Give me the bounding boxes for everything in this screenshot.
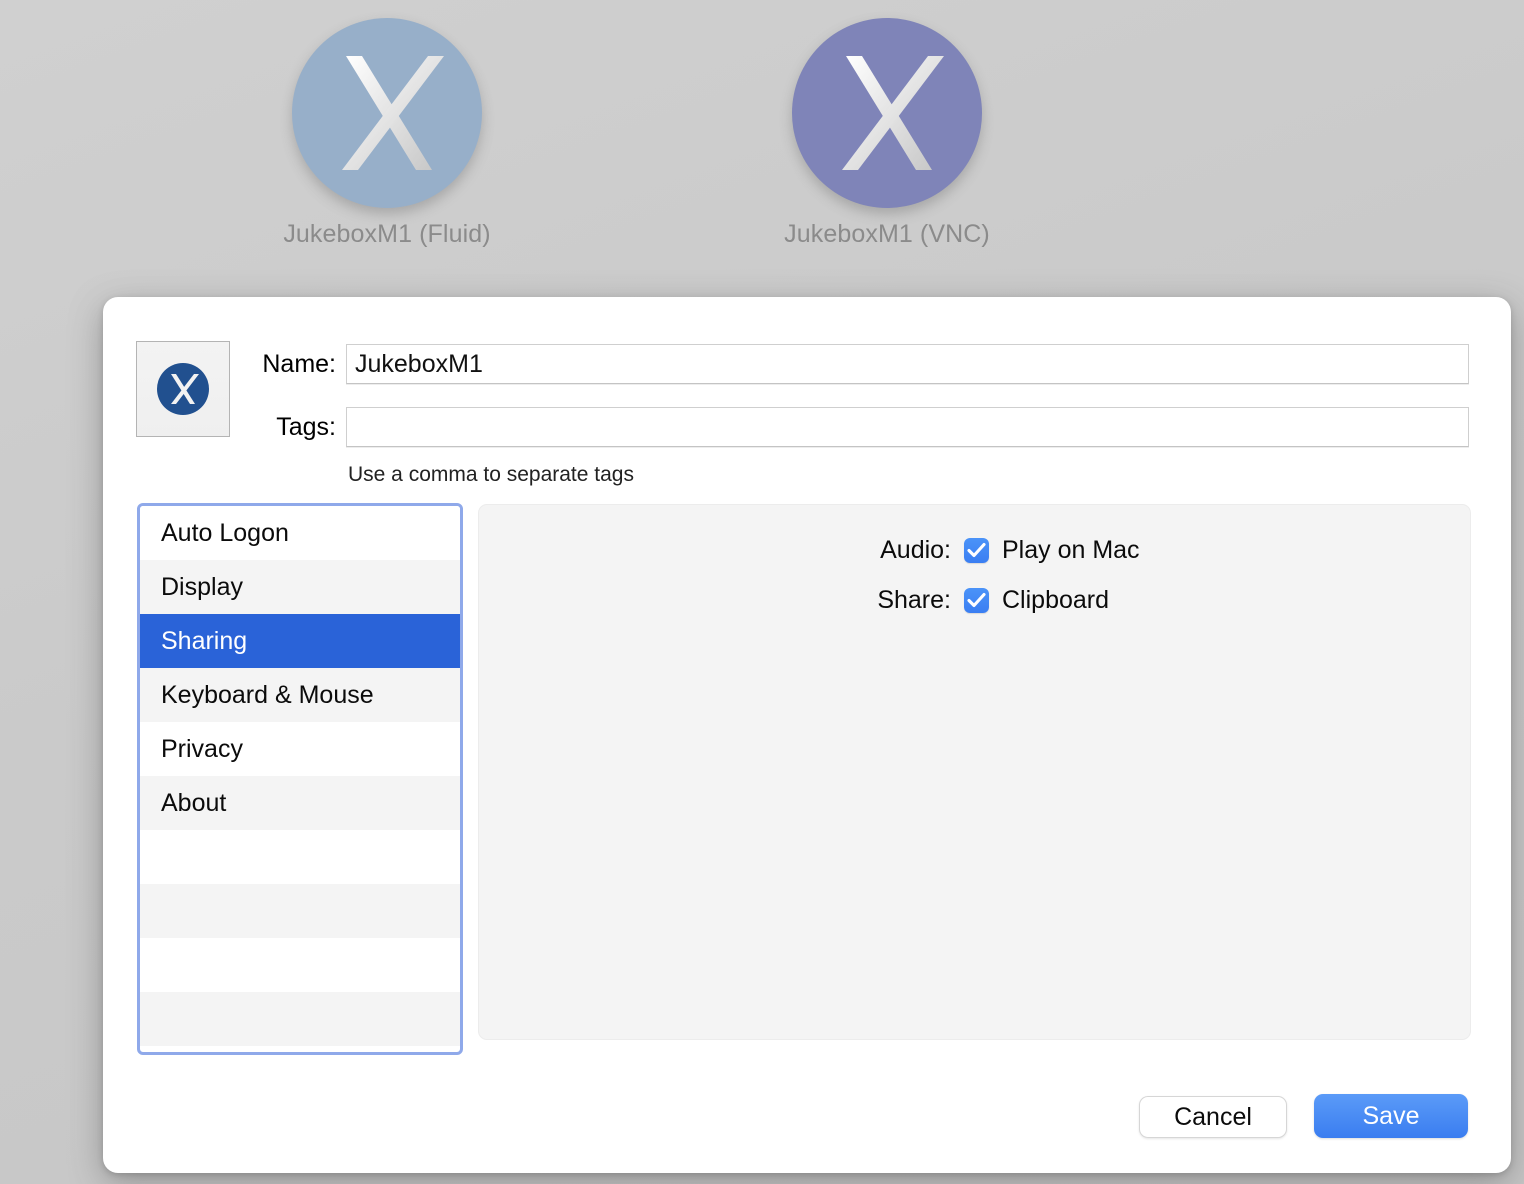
save-button[interactable]: Save — [1314, 1094, 1468, 1138]
sidebar-item-empty[interactable] — [140, 938, 460, 992]
sidebar-item-about[interactable]: About — [140, 776, 460, 830]
tags-field-row: Tags: — [103, 297, 346, 441]
sidebar-item-sharing[interactable]: Sharing — [140, 614, 460, 668]
desktop-icon-graphic — [792, 18, 982, 208]
share-label: Share: — [877, 585, 951, 614]
clipboard-checkbox[interactable] — [964, 587, 989, 613]
name-label: Name: — [262, 350, 336, 378]
sidebar-item-display[interactable]: Display — [140, 560, 460, 614]
sharing-settings-panel: Audio: Play on Mac Share: Clipboard — [478, 504, 1471, 1040]
dialog-header: Name: JukeboxM1 Tags: Use a comma to sep… — [103, 297, 1511, 497]
sidebar-item-empty[interactable] — [140, 830, 460, 884]
share-option-row: Share: Clipboard — [831, 583, 1109, 617]
sidebar-item-empty[interactable] — [140, 884, 460, 938]
checkmark-icon — [967, 542, 986, 557]
settings-category-list[interactable]: Auto Logon Display Sharing Keyboard & Mo… — [137, 503, 463, 1055]
play-on-mac-checkbox[interactable] — [964, 537, 989, 563]
settings-category-list-inner: Auto Logon Display Sharing Keyboard & Mo… — [140, 506, 460, 1046]
sidebar-item-privacy[interactable]: Privacy — [140, 722, 460, 776]
tags-hint-text: Use a comma to separate tags — [348, 463, 634, 486]
desktop-icon-fluid[interactable]: JukeboxM1 (Fluid) — [257, 18, 517, 249]
desktop-background: JukeboxM1 (Fluid) JukeboxM1 (VNC) — [0, 0, 1524, 290]
sidebar-item-keyboard-mouse[interactable]: Keyboard & Mouse — [140, 668, 460, 722]
tags-label: Tags: — [276, 413, 336, 441]
name-input[interactable]: JukeboxM1 — [346, 344, 1469, 384]
clipboard-label[interactable]: Clipboard — [1002, 586, 1109, 615]
desktop-icon-graphic — [292, 18, 482, 208]
x-logo-icon — [342, 56, 444, 170]
desktop-icon-label: JukeboxM1 (VNC) — [784, 220, 990, 248]
desktop-icon-label: JukeboxM1 (Fluid) — [283, 220, 491, 248]
cancel-button[interactable]: Cancel — [1139, 1096, 1287, 1138]
x-logo-icon — [842, 56, 944, 170]
sidebar-item-empty[interactable] — [140, 992, 460, 1046]
audio-label: Audio: — [880, 535, 951, 564]
tags-input[interactable] — [346, 407, 1469, 447]
play-on-mac-label[interactable]: Play on Mac — [1002, 536, 1140, 565]
settings-dialog: Name: JukeboxM1 Tags: Use a comma to sep… — [103, 297, 1511, 1173]
desktop-icon-vnc[interactable]: JukeboxM1 (VNC) — [757, 18, 1017, 249]
audio-option-row: Audio: Play on Mac — [831, 533, 1140, 567]
sidebar-item-auto-logon[interactable]: Auto Logon — [140, 506, 460, 560]
checkmark-icon — [967, 592, 986, 607]
